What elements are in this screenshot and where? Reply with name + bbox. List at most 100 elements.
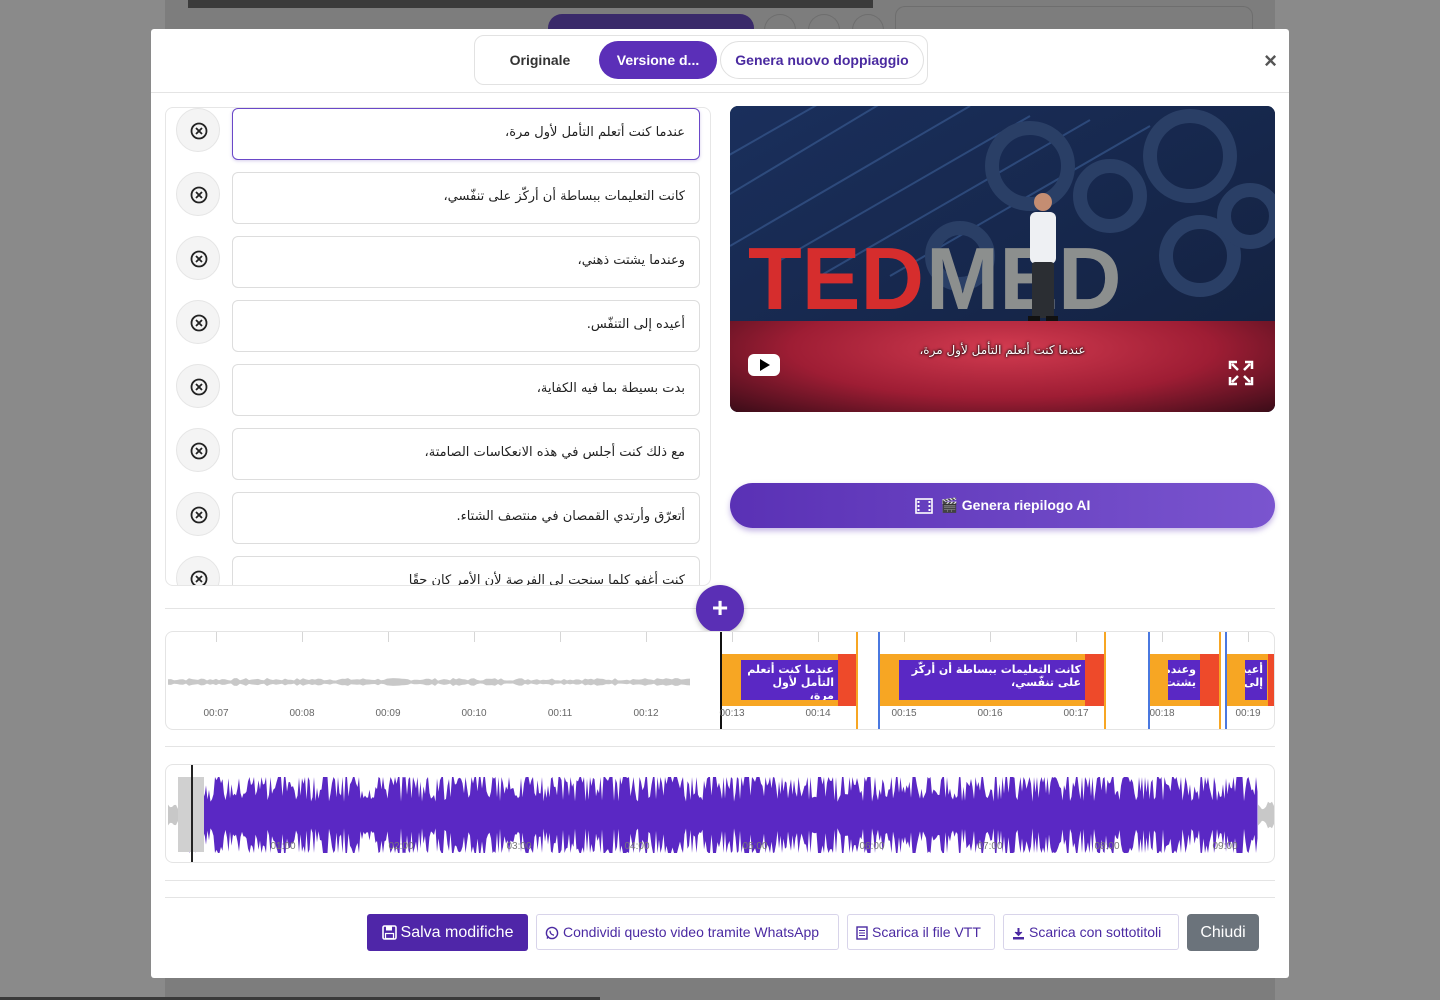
segment-end-handle[interactable] <box>856 632 858 729</box>
tab-generate-dubbing[interactable]: Genera nuovo doppiaggio <box>720 41 924 79</box>
subtitle-list[interactable]: عندما كنت أتعلم التأمل لأول مرة، كانت ال… <box>165 107 711 586</box>
delete-subtitle-button[interactable] <box>176 300 220 344</box>
delete-subtitle-button[interactable] <box>176 236 220 280</box>
timeline-time-label: 00:19 <box>1235 708 1261 719</box>
timeline-tick <box>646 632 647 642</box>
subtitle-input[interactable]: أتعرّق وأرتدي القمصان في منتصف الشتاء. <box>232 492 700 544</box>
subtitle-input[interactable]: مع ذلك كنت أجلس في هذه الانعكاسات الصامت… <box>232 428 700 480</box>
subtitle-row: وعندما يشتت ذهني، <box>166 236 710 288</box>
subtitle-input[interactable]: كنت أغفو كلما سنحت لي الفرصة لأن الأمر ك… <box>232 556 700 585</box>
circle-x-icon <box>190 506 208 524</box>
timeline-time-label: 00:13 <box>719 708 745 719</box>
timeline-time-label: 00:16 <box>977 708 1003 719</box>
segment-overlap <box>1268 654 1274 706</box>
segment-text: وعندما يشتت <box>1168 660 1200 700</box>
circle-x-icon <box>190 442 208 460</box>
timeline-time-label: 00:08 <box>289 708 315 719</box>
timeline-time-label: 00:09 <box>375 708 401 719</box>
subtitle-row: أعيده إلى التنفّس. <box>166 300 710 352</box>
background-video-strip <box>188 0 873 8</box>
add-subtitle-button[interactable]: + <box>696 585 744 633</box>
video-caption: عندما كنت أتعلم التأمل لأول مرة، <box>919 343 1086 357</box>
download-vtt-button[interactable]: Scarica il file VTT <box>847 914 995 950</box>
timeline-segment[interactable]: وعندما يشتت <box>1149 654 1220 706</box>
circle-x-icon <box>190 378 208 396</box>
save-changes-button[interactable]: Salva modifiche <box>367 914 528 951</box>
whatsapp-icon <box>545 926 559 940</box>
timeline-tick <box>216 632 217 642</box>
tab-version[interactable]: Versione d... <box>599 41 717 79</box>
fullscreen-icon[interactable] <box>1228 360 1254 386</box>
subtitle-row: مع ذلك كنت أجلس في هذه الانعكاسات الصامت… <box>166 428 710 480</box>
overview-time-label: 05:00 <box>742 841 768 852</box>
segment-start-handle[interactable] <box>1225 632 1227 729</box>
tab-original[interactable]: Originale <box>481 41 599 79</box>
segment-end-handle[interactable] <box>1104 632 1106 729</box>
whatsapp-label: Condividi questo video tramite WhatsApp <box>563 924 820 940</box>
stage-floor <box>730 321 1275 412</box>
document-icon <box>856 926 868 940</box>
segment-overlap <box>1200 654 1220 706</box>
overview-time-label: 08:00 <box>1094 841 1120 852</box>
timeline-time-label: 00:12 <box>633 708 659 719</box>
timeline-tick <box>990 632 991 642</box>
vtt-label: Scarica il file VTT <box>872 924 981 940</box>
subtitle-editor-modal: Originale Versione d... Genera nuovo dop… <box>151 29 1289 978</box>
circle-x-icon <box>190 122 208 140</box>
film-icon <box>914 498 933 515</box>
timeline-time-label: 00:15 <box>891 708 917 719</box>
subtitle-row: كنت أغفو كلما سنحت لي الفرصة لأن الأمر ك… <box>166 556 710 585</box>
timeline-tick <box>560 632 561 642</box>
timeline-time-label: 00:14 <box>805 708 831 719</box>
subtitle-row: بدت بسيطة بما فيه الكفاية، <box>166 364 710 416</box>
save-label: Salva modifiche <box>400 924 514 941</box>
audio-overview[interactable]: 01:00 02:00 03:00 04:00 05:00 06:00 07:0… <box>165 764 1275 863</box>
footer-divider <box>165 897 1275 898</box>
youtube-play-icon[interactable] <box>748 354 780 376</box>
close-icon[interactable]: × <box>1264 49 1277 73</box>
timeline-segment[interactable]: كانت التعليمات ببساطة أن أركّز على تنفّس… <box>880 654 1105 706</box>
delete-subtitle-button[interactable] <box>176 428 220 472</box>
close-button[interactable]: Chiudi <box>1187 914 1259 951</box>
segment-end-handle[interactable] <box>1219 632 1221 729</box>
delete-subtitle-button[interactable] <box>176 492 220 536</box>
segment-overlap <box>1085 654 1105 706</box>
overview-time-label: 01:00 <box>270 841 296 852</box>
segment-start-handle[interactable] <box>878 632 880 729</box>
timeline-time-label: 00:17 <box>1063 708 1089 719</box>
subtitle-input[interactable]: أعيده إلى التنفّس. <box>232 300 700 352</box>
subtitle-timeline[interactable]: عندما كنت أتعلم التأمل لأول مرة، كانت ال… <box>165 631 1275 730</box>
download-with-subtitles-button[interactable]: Scarica con sottotitoli <box>1003 914 1179 950</box>
overview-time-label: 09:00 <box>1212 841 1238 852</box>
subtitle-input[interactable]: عندما كنت أتعلم التأمل لأول مرة، <box>232 108 700 160</box>
background-card <box>895 6 1253 30</box>
delete-subtitle-button[interactable] <box>176 172 220 216</box>
subtitle-input[interactable]: كانت التعليمات ببساطة أن أركّز على تنفّس… <box>232 172 700 224</box>
header-divider <box>151 92 1289 93</box>
download-icon <box>1013 927 1024 940</box>
overview-time-label: 03:00 <box>506 841 532 852</box>
overview-time-label: 07:00 <box>977 841 1003 852</box>
timeline-segment[interactable]: أعيده إلى <box>1226 654 1274 706</box>
overview-playhead[interactable] <box>191 765 193 862</box>
delete-subtitle-button[interactable] <box>176 364 220 408</box>
subtitle-input[interactable]: وعندما يشتت ذهني، <box>232 236 700 288</box>
circle-x-icon <box>190 250 208 268</box>
video-player[interactable]: TED MED عندما كنت أتعلم التأمل لأول مرة، <box>730 106 1275 412</box>
overview-time-label: 06:00 <box>859 841 885 852</box>
overview-time-label: 04:00 <box>624 841 650 852</box>
mode-tabs: Originale Versione d... Genera nuovo dop… <box>474 35 928 85</box>
generate-ai-summary-button[interactable]: 🎬 Genera riepilogo AI <box>730 483 1275 528</box>
timeline-time-label: 00:18 <box>1149 708 1175 719</box>
timeline-segment[interactable]: عندما كنت أتعلم التأمل لأول مرة، <box>722 654 858 706</box>
delete-subtitle-button[interactable] <box>176 556 220 585</box>
subtitle-input[interactable]: بدت بسيطة بما فيه الكفاية، <box>232 364 700 416</box>
timeline-tick <box>818 632 819 642</box>
delete-subtitle-button[interactable] <box>176 108 220 152</box>
circle-x-icon <box>190 570 208 585</box>
segment-overlap <box>838 654 858 706</box>
segment-text: أعيده إلى <box>1245 660 1267 700</box>
share-whatsapp-button[interactable]: Condividi questo video tramite WhatsApp <box>536 914 839 950</box>
timeline-time-label: 00:11 <box>547 708 573 719</box>
timeline-tick <box>732 632 733 642</box>
